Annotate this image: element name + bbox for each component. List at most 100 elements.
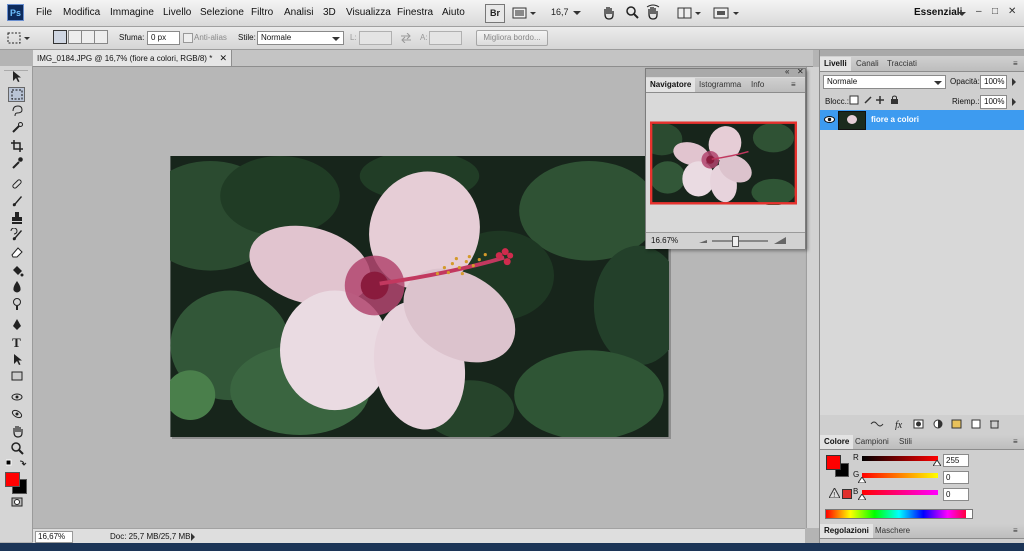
panel-menu-icon[interactable]: ≡ (1009, 57, 1022, 71)
zoom-out-icon[interactable] (698, 237, 708, 245)
close-panel-icon[interactable]: ✕ (797, 67, 804, 76)
path-selection-tool-icon[interactable] (8, 352, 25, 367)
tab-info[interactable]: Info (747, 78, 768, 92)
tab-istogramma[interactable]: Istogramma (695, 78, 745, 92)
menu-finestra[interactable]: Finestra (397, 7, 433, 18)
chevron-right-icon[interactable] (189, 533, 197, 541)
arrange-documents-button[interactable] (676, 4, 702, 21)
tab-tracciati[interactable]: Tracciati (883, 57, 921, 71)
color-foreground-swatch[interactable] (826, 455, 841, 470)
close-document-icon[interactable]: ✕ (220, 53, 228, 63)
hand-tool-button[interactable] (601, 4, 617, 21)
restore-button[interactable]: □ (992, 6, 998, 17)
rectangular-marquee-tool-icon[interactable] (8, 87, 25, 102)
red-slider-thumb[interactable] (933, 460, 941, 466)
tab-campioni[interactable]: Campioni (851, 435, 893, 449)
color-spectrum-ramp[interactable] (825, 509, 973, 519)
red-channel-slider[interactable] (862, 456, 938, 461)
quick-selection-tool-icon[interactable] (8, 121, 25, 136)
chevron-right-icon[interactable] (1010, 98, 1018, 106)
intersect-selection-mode[interactable] (94, 30, 108, 44)
blue-slider-thumb[interactable] (858, 494, 866, 500)
view-extras-button[interactable] (511, 4, 537, 21)
3d-orbit-tool-icon[interactable] (8, 407, 25, 422)
refine-edge-button[interactable]: Migliora bordo... (476, 30, 548, 46)
width-input[interactable] (359, 31, 392, 45)
subtract-selection-mode[interactable] (81, 30, 95, 44)
eyedropper-tool-icon[interactable] (8, 156, 25, 171)
blur-tool-icon[interactable] (8, 280, 25, 295)
tab-maschere[interactable]: Maschere (871, 524, 914, 538)
menu-modifica[interactable]: Modifica (63, 7, 100, 18)
layer-row[interactable]: fiore a colori (820, 110, 1024, 130)
menu-livello[interactable]: Livello (163, 7, 191, 18)
rect-marquee-preset-icon[interactable] (6, 30, 30, 46)
green-value-input[interactable]: 0 (943, 471, 969, 484)
tab-navigatore[interactable]: Navigatore (646, 78, 696, 92)
dock-title-bar[interactable] (820, 50, 1024, 56)
panel-menu-icon[interactable]: ≡ (787, 78, 800, 92)
blue-value-input[interactable]: 0 (943, 488, 969, 501)
eye-icon[interactable] (824, 115, 835, 124)
tab-livelli[interactable]: Livelli (820, 57, 851, 71)
pen-tool-icon[interactable] (8, 318, 25, 333)
tab-colore[interactable]: Colore (820, 435, 854, 449)
healing-brush-tool-icon[interactable] (8, 177, 25, 192)
style-select[interactable]: Normale (257, 31, 344, 45)
document-tab[interactable]: IMG_0184.JPG @ 16,7% (fiore a colori, RG… (33, 50, 233, 66)
minimize-button[interactable]: – (976, 6, 982, 17)
menu-file[interactable]: File (36, 7, 52, 18)
3d-rotate-tool-icon[interactable] (8, 390, 25, 405)
add-selection-mode[interactable] (68, 30, 82, 44)
menu-selezione[interactable]: Selezione (200, 7, 244, 18)
zoom-tool-button[interactable] (624, 4, 640, 21)
menu-3d[interactable]: 3D (323, 7, 336, 18)
menu-analisi[interactable]: Analisi (284, 7, 313, 18)
out-of-gamut-warning-icon[interactable]: ! (829, 488, 840, 498)
status-zoom[interactable]: 16,67% (35, 531, 73, 543)
antialias-checkbox[interactable] (183, 33, 193, 43)
navigator-zoom-slider-thumb[interactable] (732, 236, 739, 247)
quick-mask-icon[interactable] (8, 495, 25, 510)
chevron-right-icon[interactable] (1010, 78, 1018, 86)
menu-filtro[interactable]: Filtro (251, 7, 273, 18)
hand-tool-icon[interactable] (8, 424, 25, 439)
move-tool-icon[interactable] (8, 69, 25, 84)
eraser-tool-icon[interactable] (8, 245, 25, 260)
menu-aiuto[interactable]: Aiuto (442, 7, 465, 18)
swap-colors-icon[interactable] (19, 460, 27, 466)
navigator-title-bar[interactable]: « ✕ (646, 67, 805, 77)
opacity-input[interactable]: 100% (980, 75, 1007, 89)
navigator-zoom-slider[interactable] (712, 240, 768, 242)
vertical-scrollbar[interactable] (806, 67, 819, 528)
workspace-switcher[interactable]: Essenziali (914, 7, 962, 18)
menu-immagine[interactable]: Immagine (110, 7, 154, 18)
zoom-level-dropdown[interactable]: 16,7 (551, 4, 581, 21)
menu-visualizza[interactable]: Visualizza (346, 7, 391, 18)
crop-tool-icon[interactable] (8, 139, 25, 154)
foreground-color-swatch[interactable] (5, 472, 20, 487)
layers-list-empty-area[interactable] (820, 130, 1024, 415)
bridge-button[interactable]: Br (485, 4, 505, 23)
gamut-color-swatch[interactable] (842, 489, 852, 499)
swap-dimensions-icon[interactable] (400, 33, 412, 43)
screen-mode-button[interactable] (712, 4, 740, 21)
tab-canali[interactable]: Canali (852, 57, 883, 71)
lasso-tool-icon[interactable] (8, 104, 25, 119)
blue-channel-slider[interactable] (862, 490, 938, 495)
flower-photo[interactable] (170, 156, 669, 437)
red-value-input[interactable]: 255 (943, 454, 969, 467)
tab-stili[interactable]: Stili (895, 435, 916, 449)
collapse-panel-icon[interactable]: « (785, 67, 789, 76)
green-slider-thumb[interactable] (858, 477, 866, 483)
zoom-in-icon[interactable] (773, 235, 787, 245)
rectangle-shape-tool-icon[interactable] (8, 369, 25, 384)
rotate-view-button[interactable] (645, 4, 661, 21)
layer-name[interactable]: fiore a colori (871, 115, 919, 124)
navigator-zoom-value[interactable]: 16.67% (651, 236, 678, 245)
feather-input[interactable]: 0 px (147, 31, 180, 45)
tab-regolazioni[interactable]: Regolazioni (820, 524, 873, 538)
history-brush-tool-icon[interactable] (8, 227, 25, 243)
photoshop-logo[interactable]: Ps (7, 4, 24, 21)
blend-mode-select[interactable]: Normale (823, 75, 946, 89)
